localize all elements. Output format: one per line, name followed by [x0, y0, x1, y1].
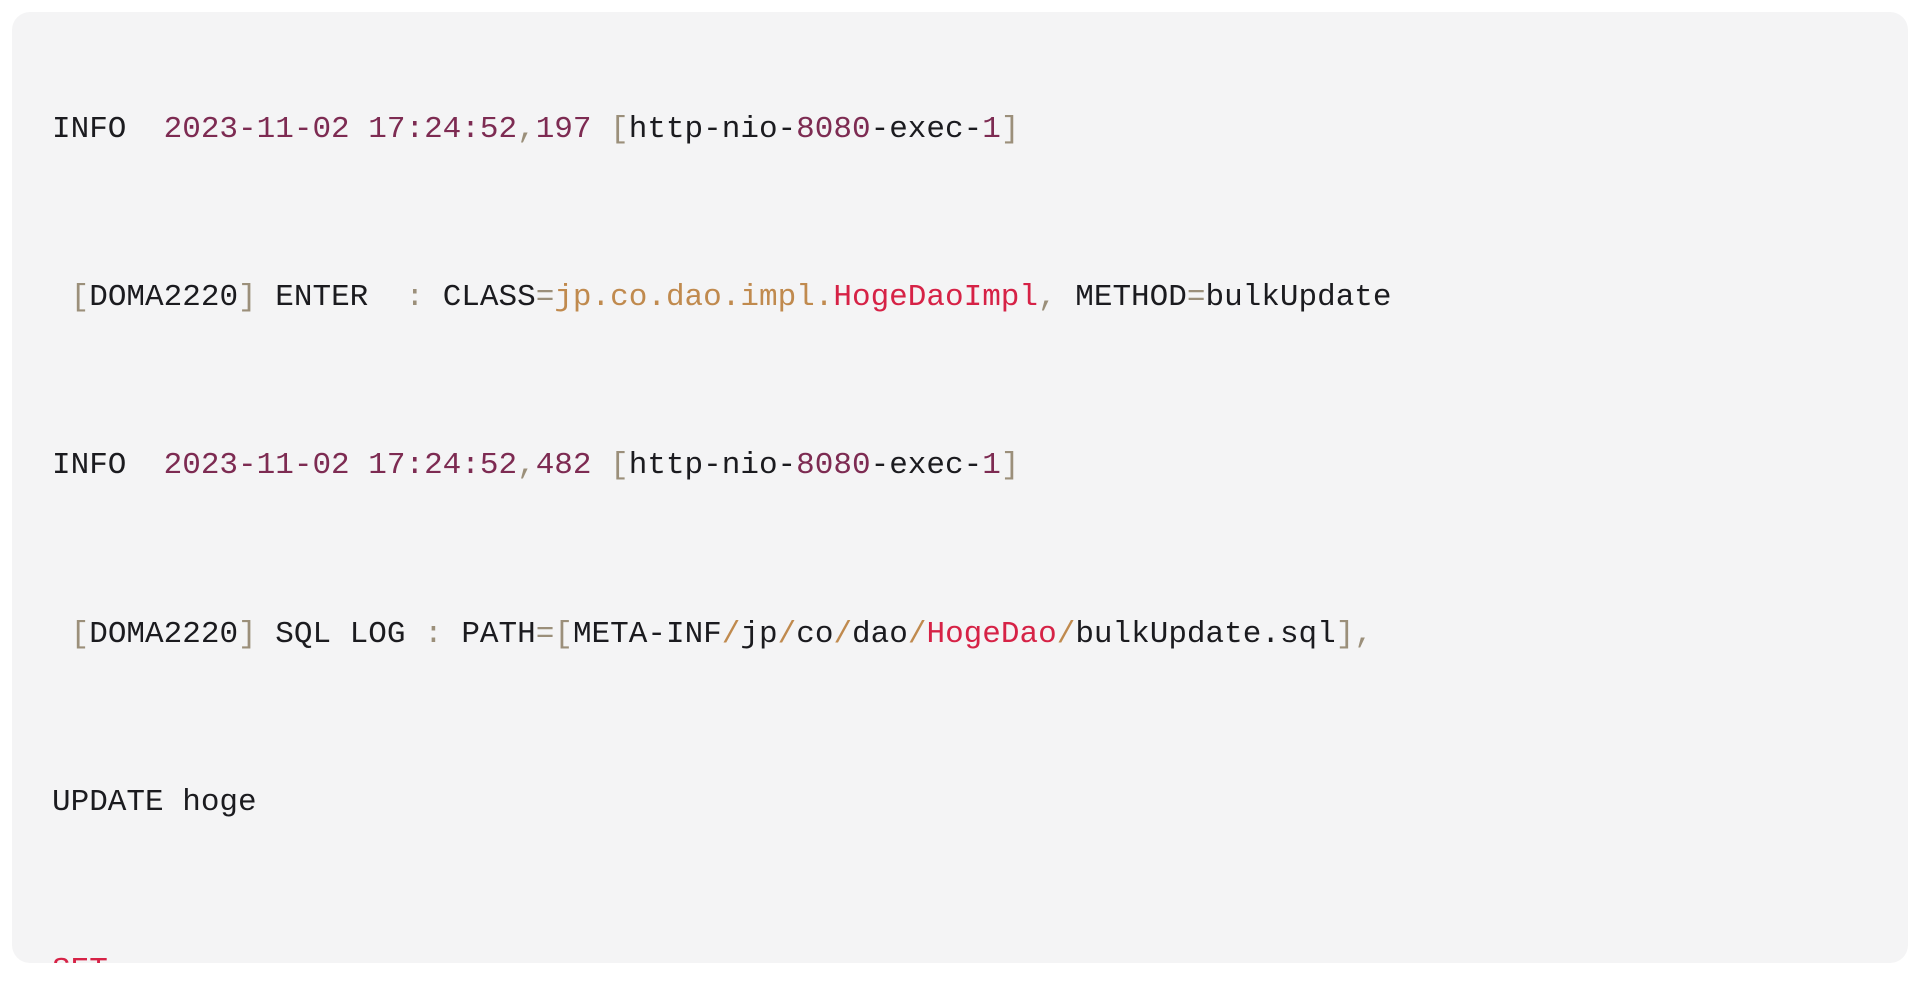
path-label: PATH	[461, 617, 535, 652]
bracket-close: ]	[1336, 617, 1355, 652]
comma: ,	[1038, 280, 1075, 315]
doma-code: DOMA2220	[89, 280, 238, 315]
colon: :	[424, 617, 461, 652]
thread-text: -exec-	[871, 112, 983, 147]
bracket-close: ]	[238, 617, 257, 652]
slash: /	[778, 617, 797, 652]
comma: ,	[1354, 617, 1373, 652]
log-level: INFO	[52, 448, 164, 483]
enter-label: ENTER	[257, 280, 406, 315]
thread-text: http-nio-	[629, 448, 796, 483]
bracket-open: [	[554, 617, 573, 652]
millis: 482	[536, 448, 592, 483]
thread-port: 8080	[796, 112, 870, 147]
equals: =	[536, 280, 555, 315]
space	[52, 280, 71, 315]
sql-update: UPDATE hoge	[52, 785, 257, 820]
bracket-close: ]	[238, 280, 257, 315]
sql-set: SET	[52, 953, 108, 963]
colon: :	[405, 280, 442, 315]
bracket-close: ]	[1001, 112, 1020, 147]
space	[592, 448, 611, 483]
thread-num: 1	[982, 112, 1001, 147]
slash: /	[722, 617, 741, 652]
path-seg: jp	[740, 617, 777, 652]
dao-name: HogeDao	[926, 617, 1056, 652]
comma: ,	[517, 112, 536, 147]
log-line-2: [DOMA2220] ENTER : CLASS=jp.co.dao.impl.…	[52, 240, 1868, 356]
millis: 197	[536, 112, 592, 147]
path-seg: META-INF	[573, 617, 722, 652]
log-line-4: [DOMA2220] SQL LOG : PATH=[META-INF/jp/c…	[52, 577, 1868, 693]
sql-line-update: UPDATE hoge	[52, 745, 1868, 861]
class-label: CLASS	[443, 280, 536, 315]
bracket-open: [	[71, 617, 90, 652]
slash: /	[908, 617, 927, 652]
space	[52, 617, 71, 652]
slash: /	[1057, 617, 1076, 652]
method-name: bulkUpdate	[1205, 280, 1391, 315]
space	[592, 112, 611, 147]
equals: =	[536, 617, 555, 652]
sql-line-set: SET	[52, 913, 1868, 963]
path-seg: dao	[852, 617, 908, 652]
bracket-open: [	[610, 448, 629, 483]
path-seg: co	[796, 617, 833, 652]
log-line-1: INFO 2023-11-02 17:24:52,197 [http-nio-8…	[52, 72, 1868, 188]
thread-port: 8080	[796, 448, 870, 483]
log-line-3: INFO 2023-11-02 17:24:52,482 [http-nio-8…	[52, 409, 1868, 525]
thread-num: 1	[982, 448, 1001, 483]
sql-file: bulkUpdate.sql	[1075, 617, 1335, 652]
log-level: INFO	[52, 112, 164, 147]
slash: /	[833, 617, 852, 652]
timestamp: 2023-11-02 17:24:52	[164, 448, 517, 483]
thread-text: http-nio-	[629, 112, 796, 147]
bracket-open: [	[71, 280, 90, 315]
package-path: jp.co.dao.impl.	[554, 280, 833, 315]
comma: ,	[517, 448, 536, 483]
bracket-close: ]	[1001, 448, 1020, 483]
doma-code: DOMA2220	[89, 617, 238, 652]
bracket-open: [	[610, 112, 629, 147]
class-name: HogeDaoImpl	[833, 280, 1038, 315]
code-block: INFO 2023-11-02 17:24:52,197 [http-nio-8…	[12, 12, 1908, 963]
equals: =	[1187, 280, 1206, 315]
sql-log-label: SQL LOG	[257, 617, 424, 652]
thread-text: -exec-	[871, 448, 983, 483]
method-label: METHOD	[1075, 280, 1187, 315]
timestamp: 2023-11-02 17:24:52	[164, 112, 517, 147]
